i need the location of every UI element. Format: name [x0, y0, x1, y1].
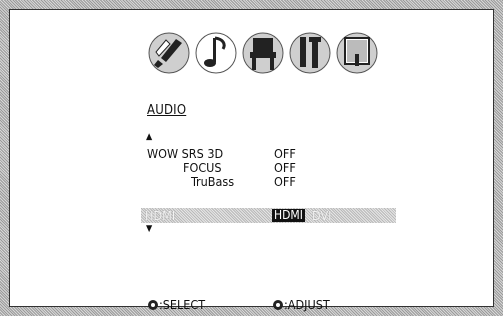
menu-category-icons	[146, 30, 386, 76]
list-item[interactable]: TruBass OFF	[147, 175, 447, 189]
focus-value[interactable]: OFF	[274, 161, 296, 175]
footer-adjust: :ADJUST	[273, 298, 330, 312]
hdmi-option-selected[interactable]: HDMI	[272, 209, 305, 222]
chair-icon[interactable]	[240, 30, 286, 76]
footer-select: :SELECT	[148, 298, 205, 312]
select-hint-label: :SELECT	[159, 297, 206, 312]
scroll-down-icon[interactable]: ▼	[146, 225, 152, 234]
music-note-icon[interactable]	[193, 30, 239, 76]
trubass-label: TruBass	[191, 174, 235, 189]
page-title: AUDIO	[147, 103, 187, 118]
lock-icon[interactable]	[334, 30, 380, 76]
tools-icon[interactable]	[287, 30, 333, 76]
adjust-button-icon	[273, 300, 283, 310]
trubass-value[interactable]: OFF	[274, 175, 296, 189]
highlighted-row-hdmi[interactable]: HDMI HDMI DVI	[141, 208, 396, 223]
select-button-icon	[148, 300, 158, 310]
focus-label: FOCUS	[183, 160, 222, 175]
scroll-up-icon[interactable]: ▲	[146, 133, 152, 142]
osd-menu-panel: AUDIO ▲ WOW SRS 3D OFF FOCUS OFF TruBass…	[9, 9, 494, 312]
list-item[interactable]: WOW SRS 3D OFF	[147, 147, 447, 161]
adjust-hint-label: :ADJUST	[284, 297, 330, 312]
wow-srs-3d-label: WOW SRS 3D	[147, 146, 224, 161]
paintbrush-icon[interactable]	[146, 30, 192, 76]
wow-srs-3d-value[interactable]: OFF	[274, 147, 296, 161]
list-item[interactable]: FOCUS OFF	[147, 161, 447, 175]
hdmi-label: HDMI	[145, 208, 176, 223]
dvi-option[interactable]: DVI	[312, 208, 331, 223]
